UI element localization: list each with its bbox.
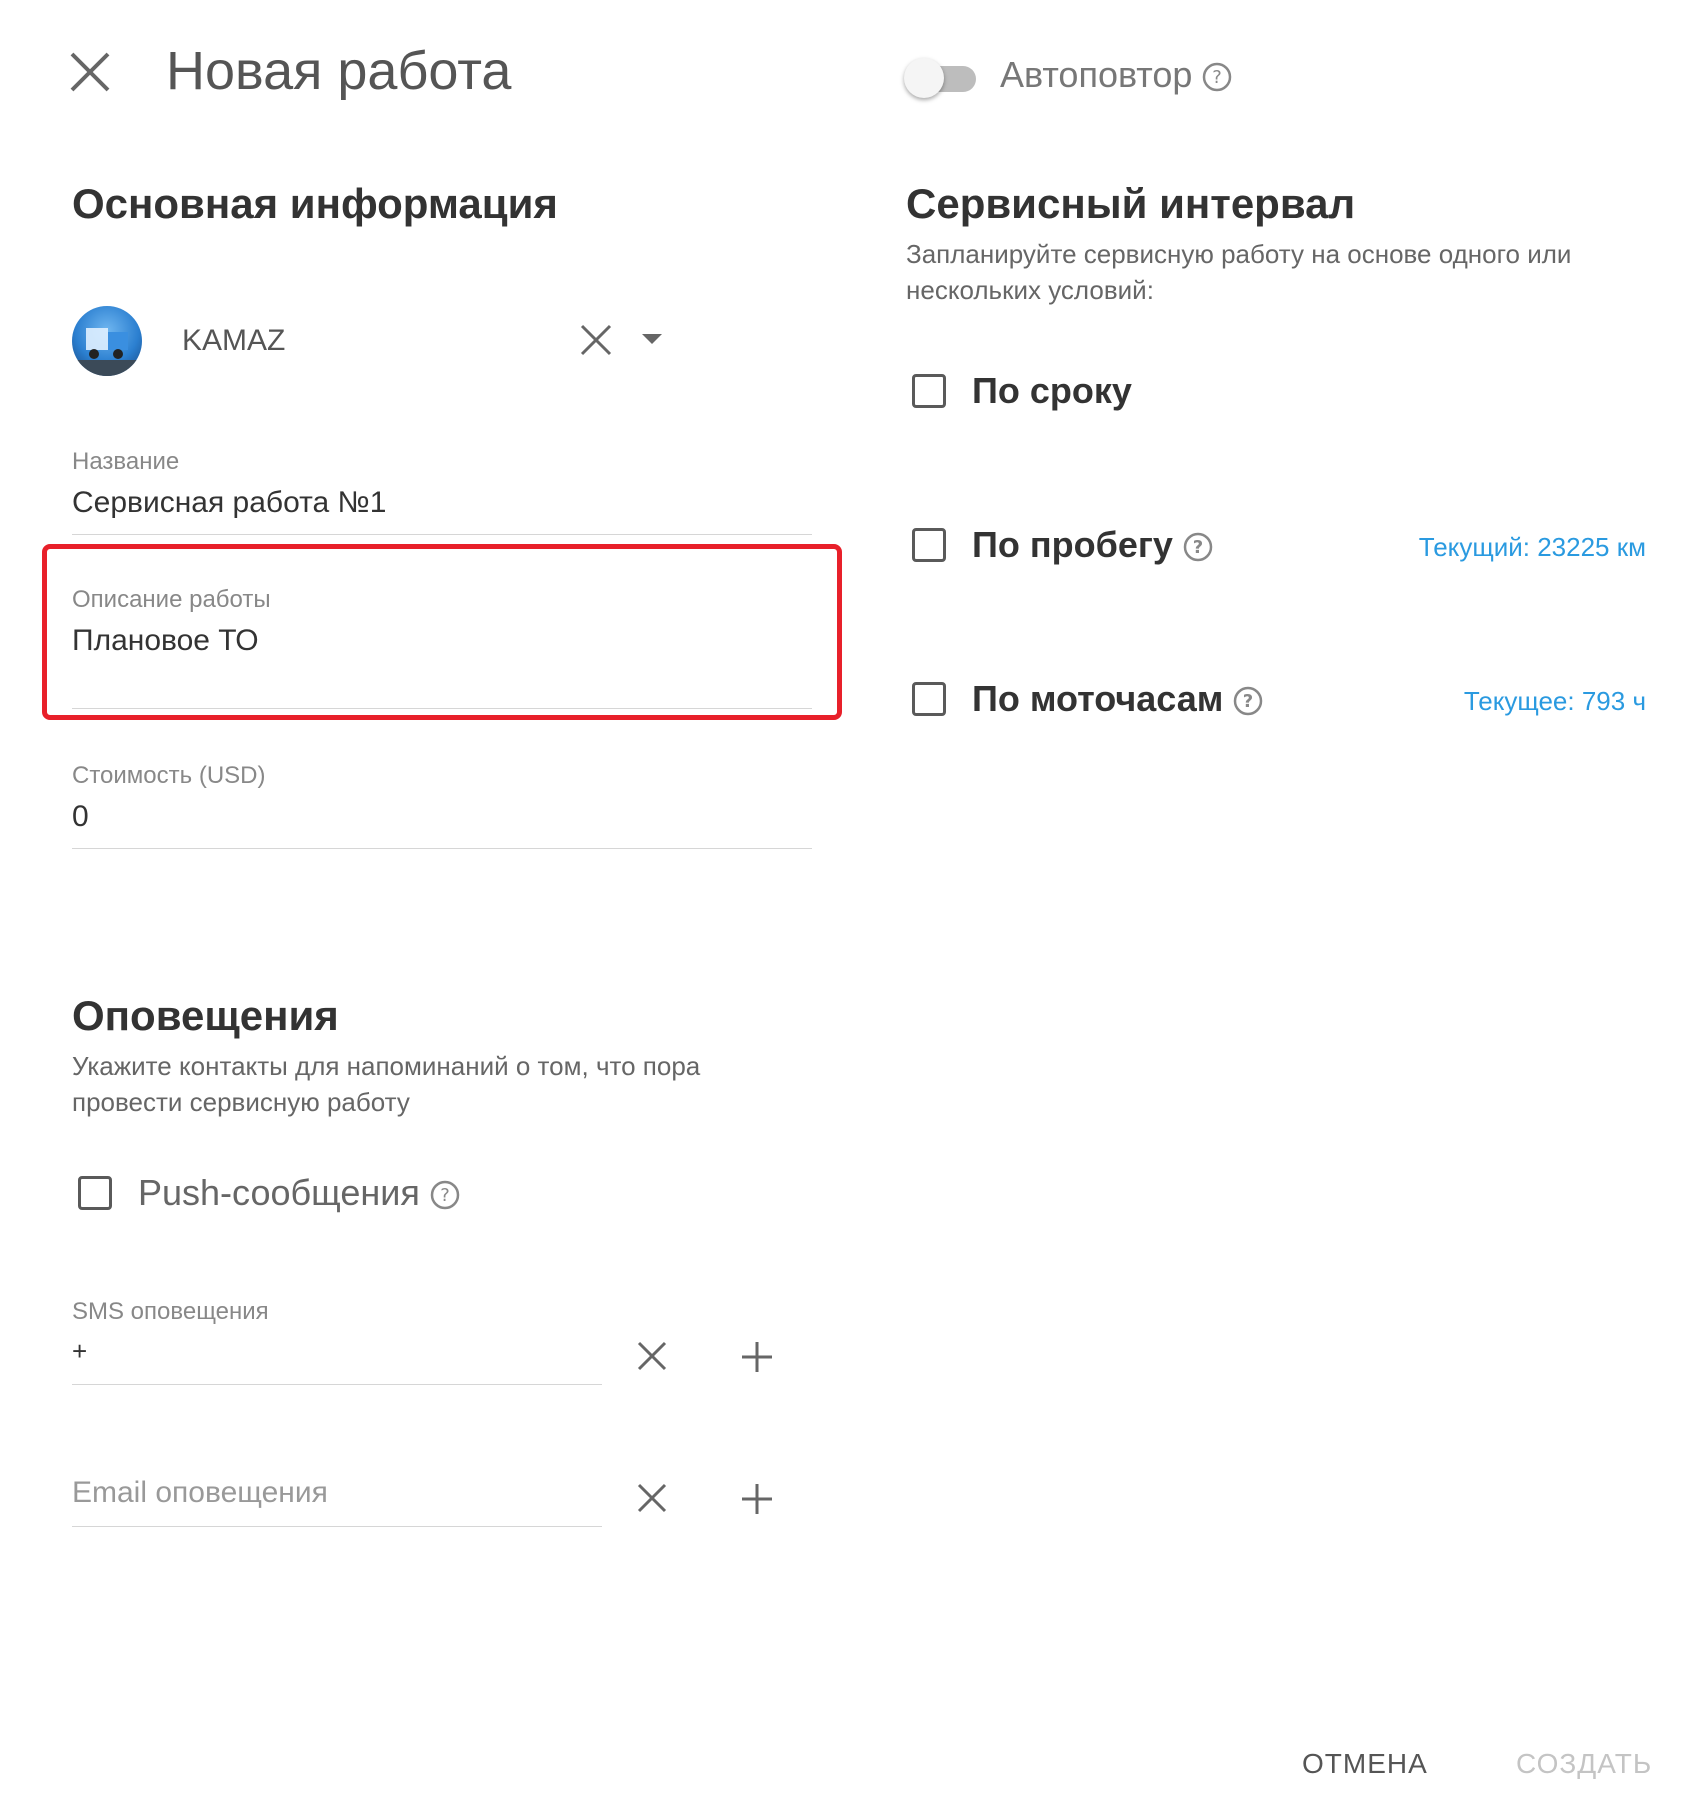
chevron-down-icon[interactable] (640, 330, 664, 348)
push-label-text: Push-сообщения (138, 1172, 420, 1213)
by-hours-label: По моточасам ? (972, 678, 1263, 720)
cancel-button[interactable]: ОТМЕНА (1302, 1748, 1428, 1780)
autorepeat-label: Автоповтор ? (1000, 54, 1232, 96)
truck-icon (72, 328, 142, 376)
sms-field-label: SMS оповещения (72, 1298, 269, 1325)
svg-text:?: ? (1243, 691, 1253, 712)
sms-field-input[interactable]: + (72, 1336, 87, 1367)
email-field-input[interactable]: Email оповещения (72, 1476, 328, 1510)
description-field-input[interactable]: Плановое ТО (72, 624, 259, 658)
vehicle-avatar (72, 306, 142, 376)
name-field-label: Название (72, 448, 180, 475)
by-mileage-checkbox[interactable] (912, 528, 946, 562)
add-sms-icon[interactable] (740, 1340, 774, 1374)
current-mileage: Текущий: 23225 км (1418, 532, 1646, 562)
notifications-subtitle: Укажите контакты для напоминаний о том, … (72, 1048, 772, 1120)
clear-sms-icon[interactable] (636, 1340, 668, 1372)
clear-email-icon[interactable] (636, 1482, 668, 1514)
cost-field-underline (72, 848, 812, 849)
name-field-input[interactable]: Сервисная работа №1 (72, 486, 386, 520)
by-mileage-label: По пробегу ? (972, 524, 1213, 566)
description-field-label: Описание работы (72, 586, 271, 613)
notifications-subtitle-line: провести сервисную работу (72, 1087, 410, 1117)
help-icon[interactable]: ? (430, 1180, 460, 1210)
by-hours-checkbox[interactable] (912, 682, 946, 716)
push-label: Push-сообщения ? (138, 1172, 460, 1214)
help-icon[interactable]: ? (1202, 62, 1232, 92)
clear-vehicle-icon[interactable] (578, 322, 614, 358)
service-interval-heading: Сервисный интервал (906, 180, 1356, 227)
by-hours-label-text: По моточасам (972, 678, 1224, 719)
help-icon[interactable]: ? (1233, 686, 1263, 716)
page-title: Новая работа (166, 41, 512, 101)
close-icon[interactable] (68, 50, 112, 94)
notifications-subtitle-line: Укажите контакты для напоминаний о том, … (72, 1051, 701, 1081)
by-term-label: По сроку (972, 370, 1132, 411)
push-checkbox[interactable] (78, 1176, 112, 1210)
notifications-heading: Оповещения (72, 992, 339, 1039)
autorepeat-toggle[interactable] (904, 56, 980, 98)
toggle-knob (904, 58, 944, 98)
by-term-checkbox[interactable] (912, 374, 946, 408)
description-field-underline (72, 708, 812, 709)
svg-text:?: ? (1193, 537, 1203, 558)
service-interval-subtitle-line: Запланируйте сервисную работу на основе … (906, 239, 1572, 269)
email-field-underline (72, 1526, 602, 1527)
help-icon[interactable]: ? (1183, 532, 1213, 562)
create-button[interactable]: СОЗДАТЬ (1516, 1748, 1652, 1780)
svg-text:?: ? (440, 1185, 450, 1206)
cost-field-input[interactable]: 0 (72, 800, 89, 834)
service-interval-subtitle-line: нескольких условий: (906, 275, 1154, 305)
sms-field-underline (72, 1384, 602, 1385)
vehicle-select-value[interactable]: KAMAZ (182, 324, 285, 358)
cost-field-label: Стоимость (USD) (72, 762, 266, 789)
by-mileage-label-text: По пробегу (972, 524, 1173, 565)
add-email-icon[interactable] (740, 1482, 774, 1516)
service-interval-subtitle: Запланируйте сервисную работу на основе … (906, 236, 1646, 308)
main-info-heading: Основная информация (72, 180, 558, 227)
current-hours: Текущее: 793 ч (1463, 686, 1646, 716)
autorepeat-label-text: Автоповтор (1000, 54, 1193, 95)
name-field-underline (72, 534, 812, 535)
svg-text:?: ? (1213, 67, 1223, 88)
